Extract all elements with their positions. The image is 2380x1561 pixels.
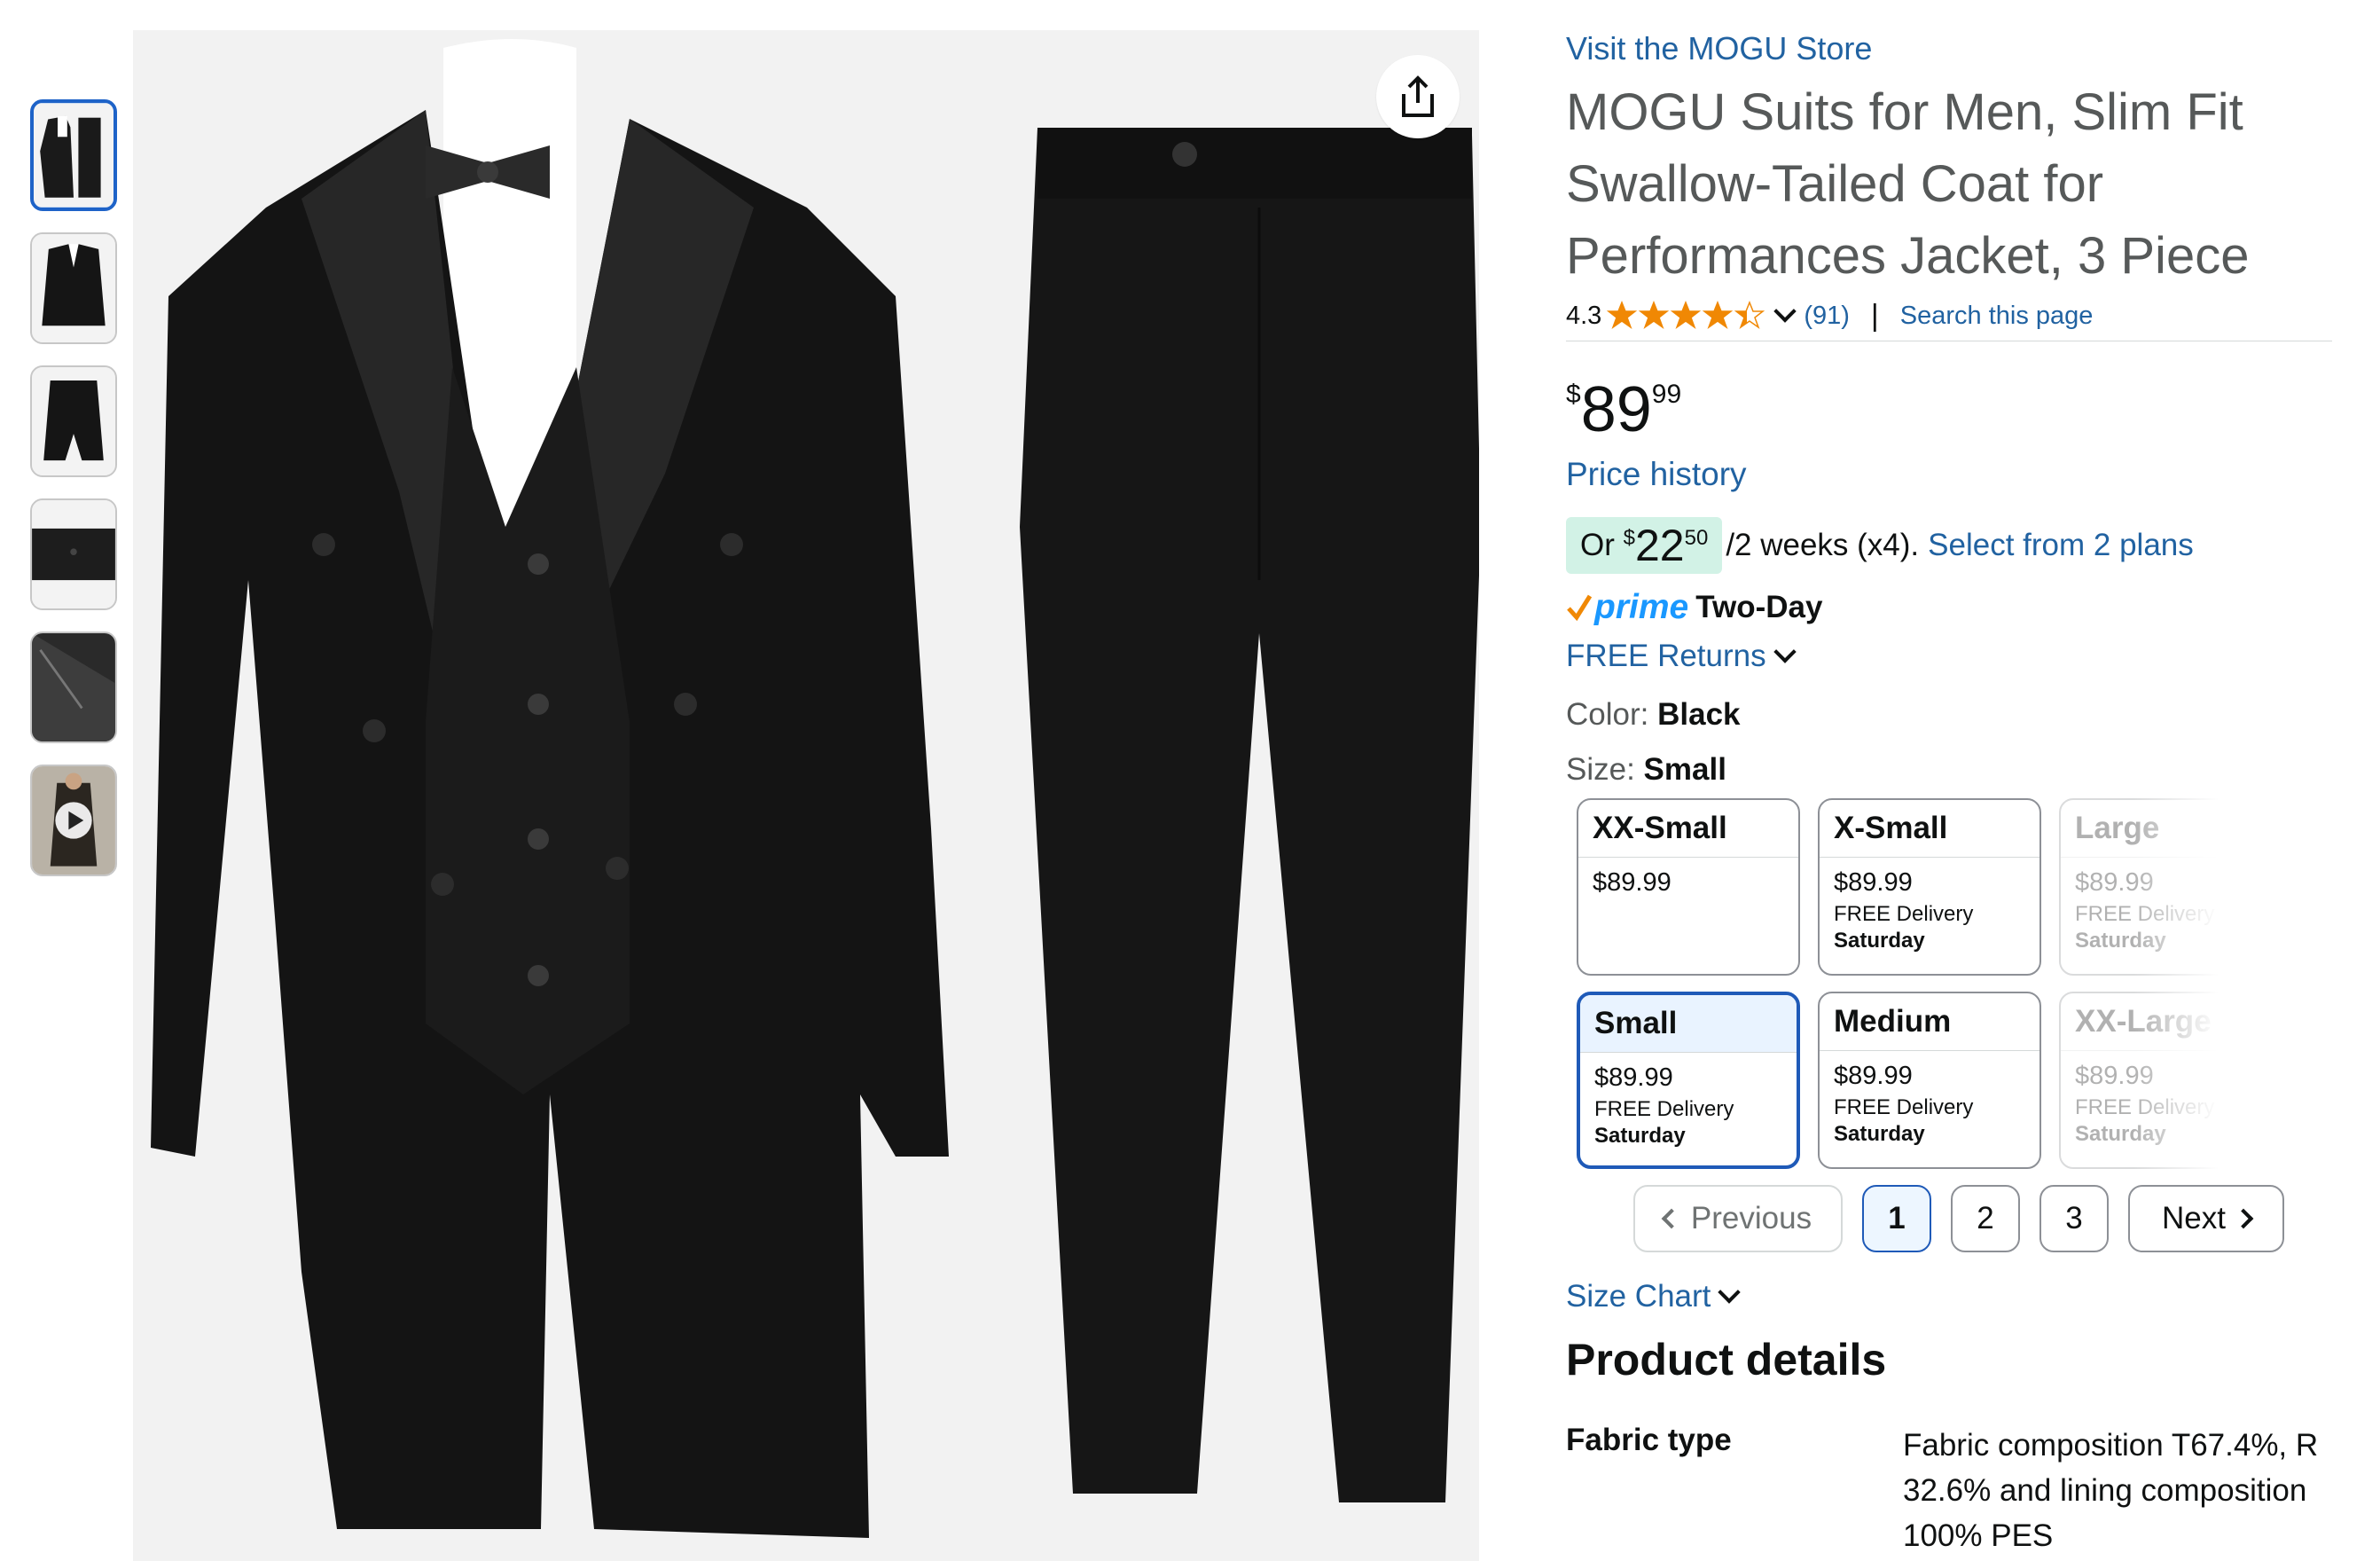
carousel-fade [2133, 798, 2346, 1174]
page-1-button[interactable]: 1 [1862, 1185, 1931, 1252]
size-tile-price: $89.99 [1594, 1063, 1673, 1092]
installment-whole: 22 [1634, 521, 1685, 570]
tailcoat-suit-illustration [133, 30, 1479, 1561]
detail-value-fabric-type: Fabric composition T67.4%, R 32.6% and l… [1903, 1428, 2319, 1553]
star-icon [1607, 301, 1765, 329]
installment-fraction: 50 [1684, 526, 1709, 550]
star-rating[interactable] [1607, 301, 1766, 331]
main-product-image[interactable] [133, 30, 1479, 1561]
page-3-button[interactable]: 3 [2039, 1185, 2109, 1252]
color-label: Color: [1566, 697, 1649, 732]
size-tile-day: Saturday [1834, 1122, 1925, 1146]
share-button[interactable] [1376, 55, 1460, 138]
size-tile-price: $89.99 [1834, 1062, 1913, 1090]
previous-label: Previous [1690, 1201, 1812, 1235]
installment-plans-link[interactable]: Select from 2 plans [1928, 528, 2194, 563]
color-selection: Color: Black [1566, 697, 1741, 733]
price-symbol: $ [1566, 380, 1581, 409]
thumbnail-3[interactable] [30, 365, 117, 477]
suit-thumbnail-image [34, 103, 114, 208]
prime-check-icon [1567, 594, 1593, 622]
size-tile-price: $89.99 [1834, 868, 1913, 897]
thumbnail-2[interactable] [30, 232, 117, 344]
chevron-down-icon[interactable] [1773, 300, 1797, 323]
chevron-down-icon [1773, 640, 1797, 663]
price-history-link[interactable]: Price history [1566, 456, 1747, 493]
next-label: Next [2162, 1201, 2226, 1235]
size-tile-delivery: FREE Delivery [1834, 1095, 1974, 1119]
size-label: Size: [1566, 752, 1635, 787]
size-tile-medium[interactable]: Medium $89.99 FREE Delivery Saturday [1818, 992, 2041, 1169]
jacket-front-thumbnail-image [32, 234, 115, 342]
color-value: Black [1657, 697, 1741, 732]
price-fraction: 99 [1651, 380, 1682, 409]
separator: | [1870, 298, 1879, 333]
prime-delivery: prime Two-Day [1566, 585, 1822, 630]
size-tile-day: Saturday [1834, 929, 1925, 953]
size-tile-price: $89.99 [1593, 868, 1671, 897]
prime-speed: Two-Day [1695, 590, 1823, 624]
thumbnail-4[interactable] [30, 498, 117, 610]
review-count-link[interactable]: (91) [1804, 302, 1850, 331]
thumbnail-5[interactable] [30, 631, 117, 743]
lining-detail-thumbnail-image [32, 633, 115, 741]
size-tile-delivery: FREE Delivery [1834, 902, 1974, 926]
size-selection: Size: Small [1566, 752, 1726, 788]
size-tile-name: XX-Small [1578, 800, 1798, 858]
size-tile-small[interactable]: Small $89.99 FREE Delivery Saturday [1577, 992, 1800, 1169]
chevron-right-icon [2233, 1208, 2254, 1229]
installment-symbol: $ [1623, 526, 1635, 550]
size-tiles: XX-Small $89.99 X-Small $89.99 FREE Deli… [1566, 798, 2346, 1174]
size-tile-name: X-Small [1820, 800, 2039, 858]
jacket-back-thumbnail-image [32, 367, 115, 475]
fabric-detail-thumbnail-image [32, 500, 115, 608]
free-returns-label: FREE Returns [1566, 639, 1766, 673]
search-page-link[interactable]: Search this page [1900, 302, 2094, 331]
play-icon [55, 802, 92, 839]
next-button[interactable]: Next [2128, 1185, 2284, 1252]
chevron-down-icon [1718, 1281, 1742, 1304]
size-chart-link[interactable]: Size Chart [1566, 1279, 1748, 1314]
rating-value: 4.3 [1566, 301, 1602, 330]
size-tile-xx-small[interactable]: XX-Small $89.99 [1577, 798, 1800, 976]
previous-button[interactable]: Previous [1633, 1185, 1843, 1252]
thumbnail-video[interactable] [30, 765, 117, 876]
share-icon [1402, 75, 1434, 117]
size-tile-name: Medium [1820, 993, 2039, 1051]
size-tile-name: Small [1580, 995, 1797, 1053]
product-title: MOGU Suits for Men, Slim Fit Swallow-Tai… [1566, 83, 2250, 285]
detail-key-fabric-type: Fabric type [1566, 1423, 1732, 1457]
price-whole: 89 [1580, 374, 1652, 445]
size-tile-x-small[interactable]: X-Small $89.99 FREE Delivery Saturday [1818, 798, 2041, 976]
price: $ 89 99 [1566, 374, 1681, 445]
installment-highlight: Or $22 50 [1566, 517, 1723, 574]
chevron-left-icon [1661, 1208, 1682, 1229]
size-chart-label: Size Chart [1566, 1279, 1711, 1314]
size-value: Small [1643, 752, 1726, 787]
installment-prefix: Or [1580, 528, 1615, 562]
installment-suffix: /2 weeks (x4). [1726, 528, 1920, 562]
store-link[interactable]: Visit the MOGU Store [1566, 30, 1872, 67]
rating-row: 4.3 (91) | Search this page [1566, 296, 2093, 335]
product-details-heading: Product details [1566, 1335, 1887, 1385]
size-tile-day: Saturday [1594, 1124, 1686, 1148]
prime-logo: prime [1594, 588, 1689, 626]
size-tile-delivery: FREE Delivery [1594, 1097, 1734, 1121]
free-returns-link[interactable]: FREE Returns [1566, 639, 1804, 674]
installment-offer: Or $22 50 /2 weeks (x4). Select from 2 pl… [1566, 516, 2194, 575]
thumbnail-1[interactable] [30, 99, 117, 211]
thumbnail-strip [30, 99, 121, 898]
page-2-button[interactable]: 2 [1951, 1185, 2020, 1252]
